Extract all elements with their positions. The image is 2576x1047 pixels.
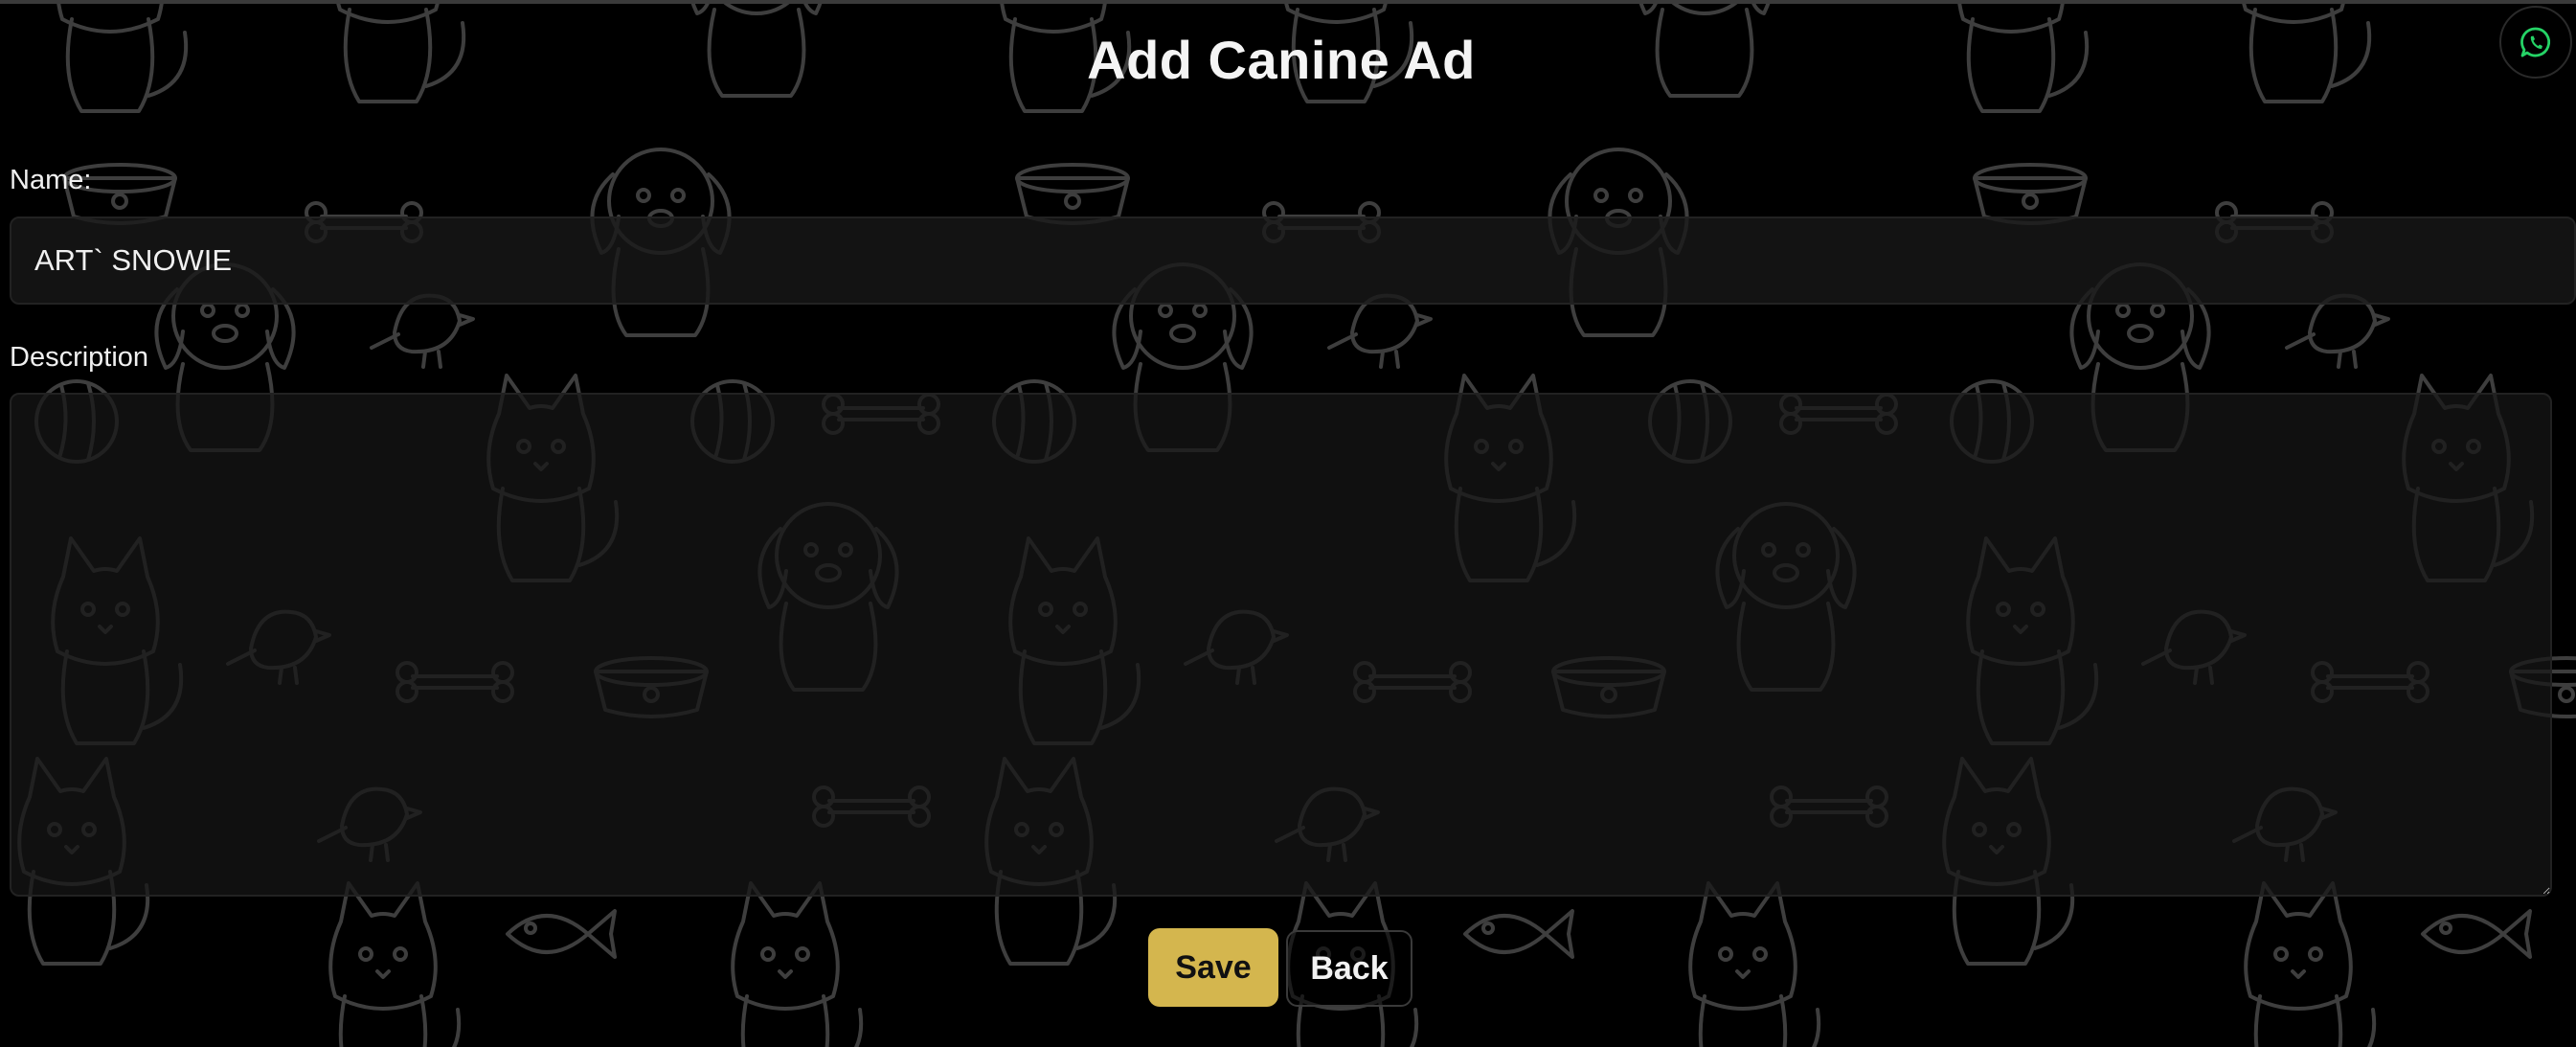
top-divider <box>0 0 2576 4</box>
whatsapp-button[interactable] <box>2499 6 2572 79</box>
page: Add Canine Ad Name: Description Save Bac… <box>0 0 2576 1047</box>
whatsapp-icon <box>2520 27 2551 57</box>
description-textarea[interactable] <box>10 393 2552 897</box>
save-button[interactable]: Save <box>1148 928 1278 1007</box>
name-label: Name: <box>10 165 92 195</box>
description-label: Description <box>10 342 149 373</box>
page-title: Add Canine Ad <box>1087 30 1476 90</box>
add-ad-form-container: Add Canine Ad Name: Description Save Bac… <box>0 0 2576 1047</box>
back-button[interactable]: Back <box>1286 930 1412 1007</box>
name-input[interactable] <box>10 216 2576 305</box>
